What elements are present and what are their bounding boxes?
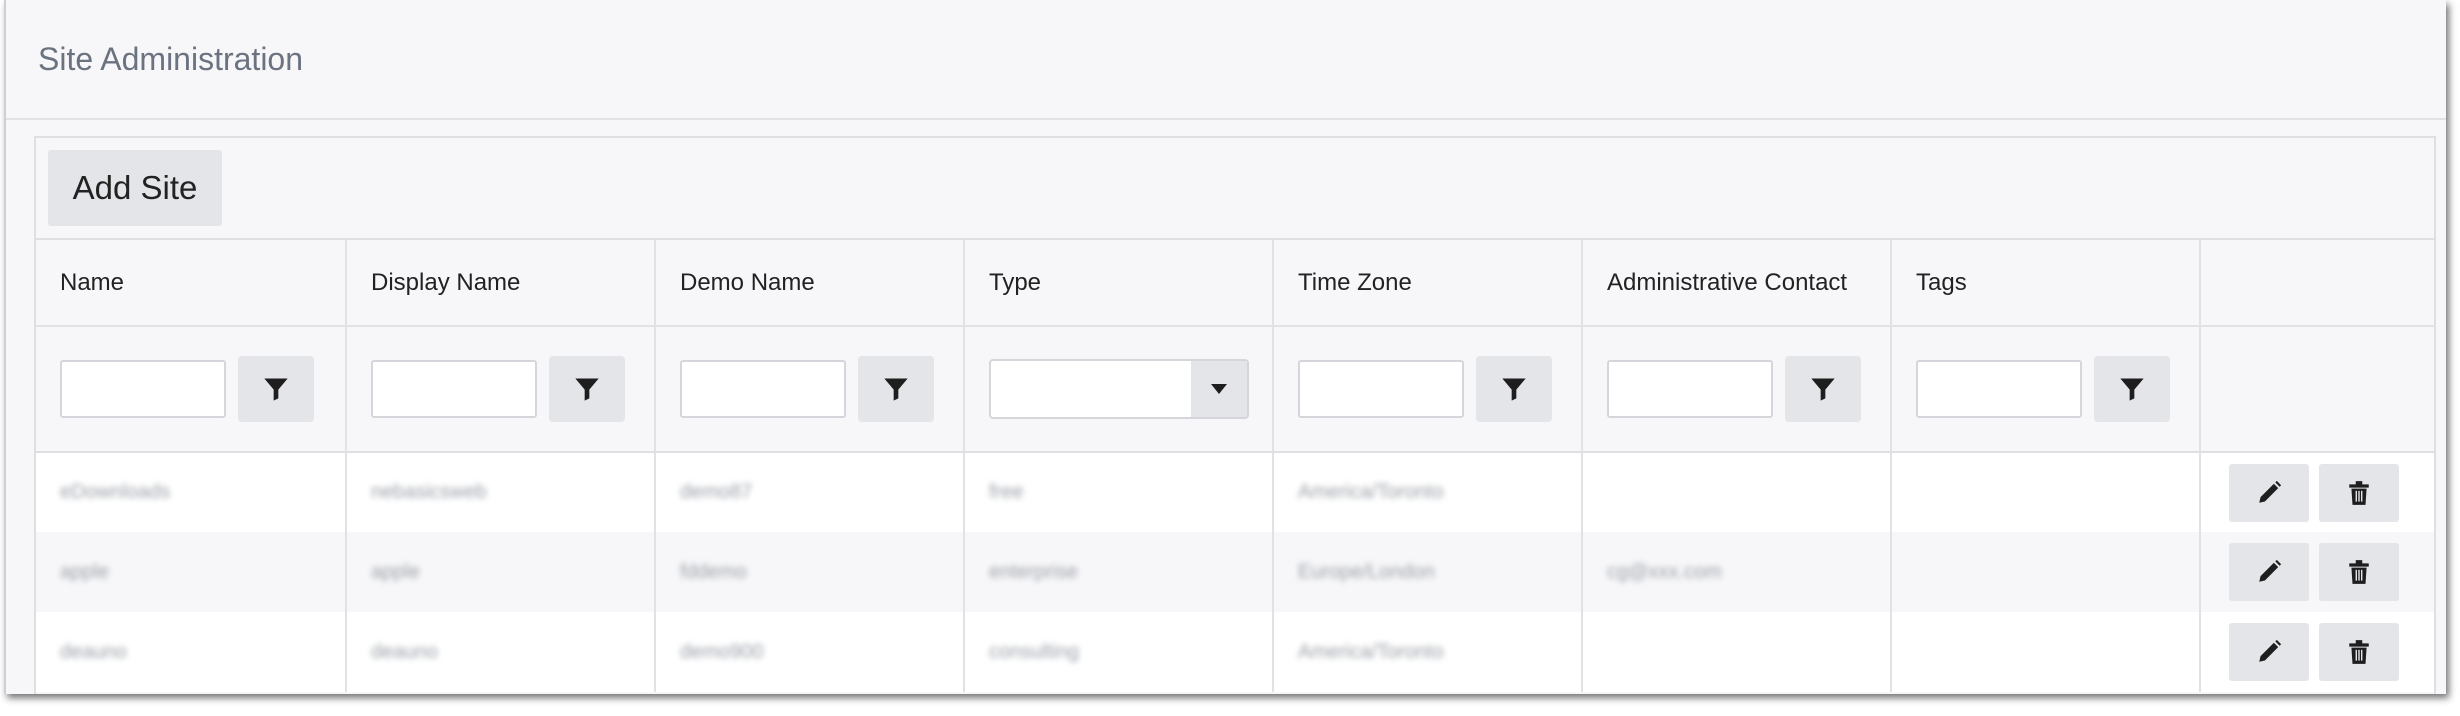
cell-time-zone: Europe/London (1298, 560, 1435, 583)
trash-icon (2349, 560, 2369, 584)
column-header-demo-name[interactable]: Demo Name (655, 240, 965, 327)
filter-funnel-icon (1811, 378, 1835, 401)
type-filter-select[interactable] (989, 359, 1249, 419)
cell-name: eDownloads (60, 481, 171, 503)
demo-name-filter-input[interactable] (680, 360, 846, 418)
cell-demo-name: fddemo (680, 560, 747, 583)
toolbar: Add Site (36, 138, 2434, 240)
filter-funnel-icon (2120, 378, 2144, 401)
edit-button[interactable] (2229, 623, 2309, 681)
column-header-tags[interactable]: Tags (1891, 240, 2201, 327)
page-title: Site Administration (38, 40, 304, 77)
cell-time-zone: America/Toronto (1298, 640, 1444, 663)
cell-name: apple (60, 560, 109, 583)
edit-button[interactable] (2229, 463, 2309, 522)
sites-panel: Add Site Name Display Name Demo Name Typ… (34, 136, 2436, 694)
site-admin-window: Site Administration Add Site Name Displa… (4, 0, 2446, 694)
time-zone-filter-button[interactable] (1476, 356, 1552, 422)
cell-type: enterprise (989, 560, 1078, 583)
administrative-contact-filter-input[interactable] (1607, 360, 1773, 418)
column-header-name[interactable]: Name (36, 240, 347, 327)
administrative-contact-filter-button[interactable] (1785, 356, 1861, 422)
delete-button[interactable] (2319, 463, 2399, 522)
filter-funnel-icon (1502, 378, 1526, 401)
time-zone-filter-input[interactable] (1298, 360, 1464, 418)
cell-administrative-contact: cg@xxx.com (1607, 560, 1722, 583)
pencil-icon (2259, 639, 2282, 662)
filter-funnel-icon (264, 378, 288, 401)
name-filter-input[interactable] (60, 360, 226, 418)
pencil-icon (2259, 480, 2282, 503)
cell-display-name: deauno (371, 640, 438, 663)
display-name-filter-input[interactable] (371, 360, 537, 418)
tags-filter-input[interactable] (1916, 360, 2082, 418)
add-site-button[interactable]: Add Site (48, 150, 222, 226)
cell-demo-name: demo87 (680, 481, 753, 503)
pencil-icon (2259, 559, 2282, 582)
cell-name: deauno (60, 640, 127, 663)
header-row: Name Display Name Demo Name Type Time Zo… (36, 240, 2434, 327)
column-header-display-name[interactable]: Display Name (346, 240, 656, 327)
filter-funnel-icon (575, 378, 599, 401)
cell-display-name: nebasicsweb (371, 481, 487, 503)
cell-type: consulting (989, 640, 1080, 663)
actions-filter-cell (2200, 326, 2434, 453)
filter-funnel-icon (884, 378, 908, 401)
cell-type: free (989, 481, 1024, 503)
table-row: eDownloads nebasicsweb demo87 free Ameri… (36, 452, 2434, 532)
display-name-filter-button[interactable] (549, 356, 625, 422)
column-header-actions (2200, 240, 2434, 327)
trash-icon (2349, 640, 2369, 664)
column-header-time-zone[interactable]: Time Zone (1273, 240, 1583, 327)
tags-filter-button[interactable] (2094, 356, 2170, 422)
column-header-type[interactable]: Type (964, 240, 1274, 327)
cell-time-zone: America/Toronto (1298, 481, 1444, 503)
table-row: apple apple fddemo enterprise Europe/Lon… (36, 532, 2434, 612)
delete-button[interactable] (2319, 623, 2399, 681)
page-header: Site Administration (6, 0, 2446, 120)
column-header-administrative-contact[interactable]: Administrative Contact (1582, 240, 1892, 327)
trash-icon (2349, 480, 2369, 505)
cell-demo-name: demo900 (680, 640, 764, 663)
filter-row (36, 326, 2434, 453)
sites-table: Name Display Name Demo Name Type Time Zo… (36, 240, 2434, 692)
edit-button[interactable] (2229, 543, 2309, 601)
demo-name-filter-button[interactable] (858, 356, 934, 422)
table-row: deauno deauno demo900 consulting America… (36, 612, 2434, 692)
caret-down-icon (1211, 384, 1227, 394)
delete-button[interactable] (2319, 543, 2399, 601)
cell-display-name: apple (371, 560, 420, 583)
name-filter-button[interactable] (238, 356, 314, 422)
type-select-toggle[interactable] (1191, 361, 1247, 417)
